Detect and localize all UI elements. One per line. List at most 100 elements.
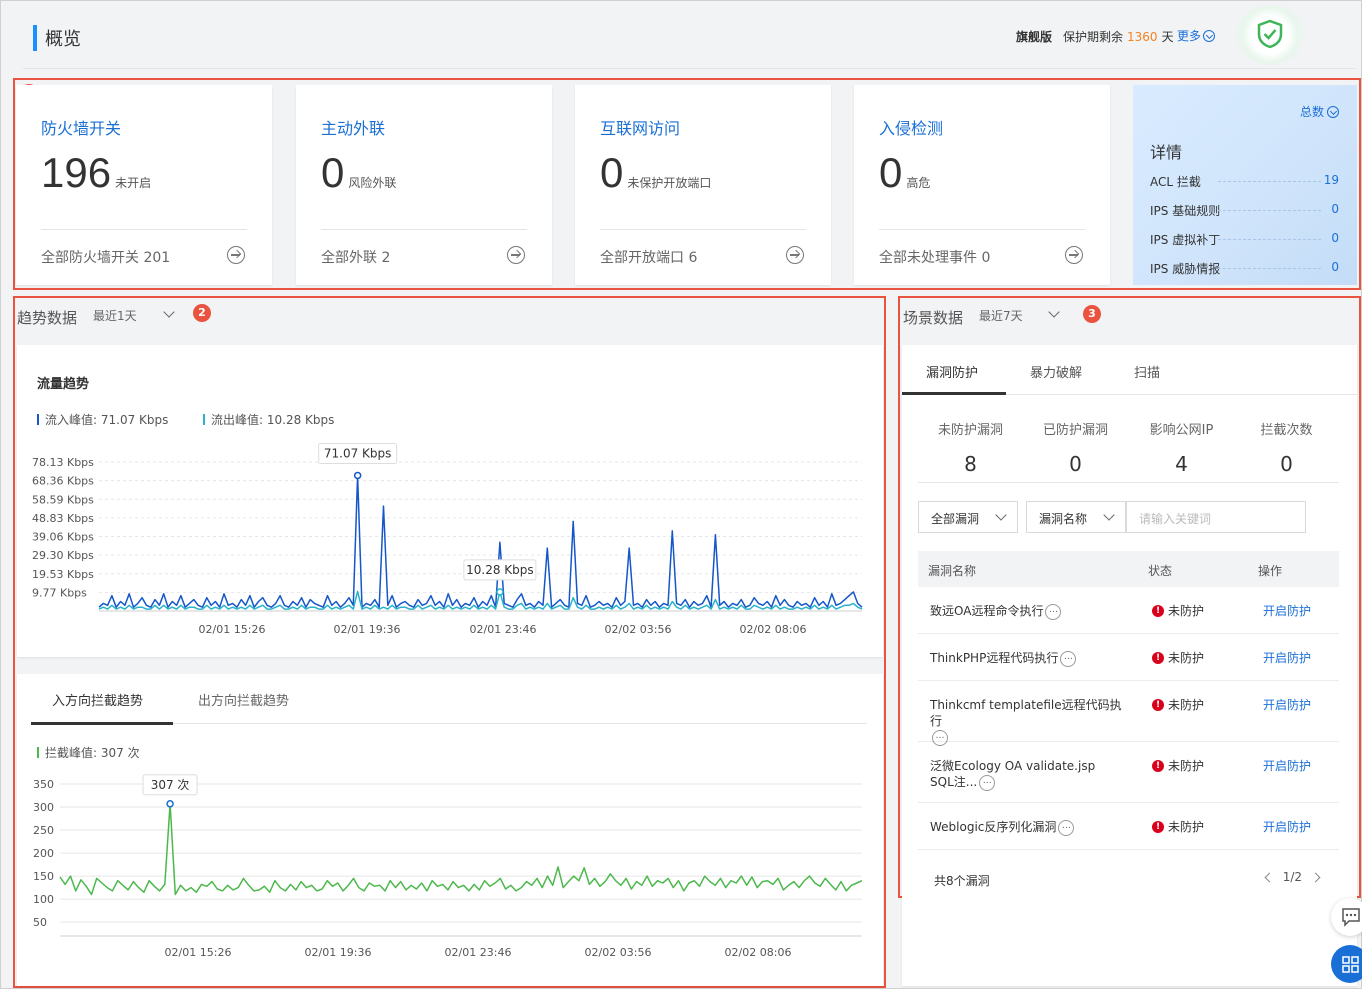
more-link[interactable]: 更多 — [1177, 27, 1216, 44]
vuln-status-text: 未防护 — [1168, 698, 1205, 712]
y-tick-label: 100 — [33, 893, 54, 906]
tab-brute-force[interactable]: 暴力破解 — [1030, 362, 1082, 381]
detail-row-leader — [1218, 239, 1321, 240]
stat-value: 8 — [964, 452, 977, 476]
error-icon: ! — [1152, 698, 1164, 711]
y-tick-label: 68.36 Kbps — [32, 475, 94, 488]
card-value-number: 0 — [879, 149, 903, 196]
search-field-select[interactable]: 漏洞名称 — [1026, 501, 1126, 533]
x-tick-label: 02/02 08:06 — [740, 623, 807, 636]
tab-scan[interactable]: 扫描 — [1134, 362, 1160, 381]
detail-row-value[interactable]: 0 — [1331, 202, 1339, 216]
more-icon[interactable]: … — [1058, 819, 1075, 836]
arrow-right-circle-icon[interactable] — [786, 246, 804, 264]
search-input[interactable]: 请输入关键词 — [1126, 501, 1306, 533]
enable-protection-link[interactable]: 开启防护 — [1263, 757, 1311, 774]
y-tick-label: 250 — [33, 824, 54, 837]
detail-row-value[interactable]: 0 — [1331, 231, 1339, 245]
vuln-status: ! 未防护 — [1152, 818, 1204, 835]
card-footer: 全部外联 2 — [321, 250, 391, 266]
card-title[interactable]: 入侵检测 — [879, 115, 943, 139]
stat-value: 0 — [1069, 452, 1082, 476]
block-trend-panel: 入方向拦截趋势 出方向拦截趋势 拦截峰值: 307 次 350 300 250 200… — [17, 674, 883, 986]
chat-icon — [1342, 908, 1360, 927]
arrow-right-circle-icon[interactable] — [507, 246, 525, 264]
y-tick-label: 50 — [33, 916, 47, 929]
chevron-down-icon[interactable] — [163, 306, 175, 318]
scene-range-select[interactable]: 最近7天 — [979, 307, 1023, 324]
card-title[interactable]: 互联网访问 — [600, 115, 680, 139]
vuln-name-text: 泛微Ecology OA validate.jsp SQL注... — [930, 759, 1096, 789]
block-line-chart: 350 300 250 200 150 100 50 02/01 15:26 02/01 19:… — [33, 774, 863, 959]
card-intrusion-detection[interactable]: 入侵检测 0 高危 全部未处理事件 0 — [854, 85, 1110, 285]
card-value: 0 风险外联 — [321, 149, 396, 197]
peak-marker — [353, 471, 362, 480]
x-tick-label: 02/02 03:56 — [585, 946, 652, 959]
vuln-type-select[interactable]: 全部漏洞 — [918, 501, 1018, 533]
detail-row-value[interactable]: 19 — [1324, 173, 1339, 187]
detail-row-ips-basic: IPS 基础规则 0 — [1150, 202, 1339, 218]
more-icon[interactable]: … — [1045, 603, 1062, 620]
console-frame: 概览 旗舰版 保护期剩余1360天 更多 1 防火墙开关 196未开启 全部防火… — [0, 0, 1362, 989]
feedback-button[interactable] — [1331, 898, 1362, 936]
detail-total-link[interactable]: 总数 — [1300, 103, 1339, 120]
stat-label: 已防护漏洞 — [1042, 423, 1108, 438]
vuln-status: ! 未防护 — [1152, 696, 1204, 713]
protection-days: 1360 — [1127, 30, 1158, 44]
trend-section-title: 趋势数据 — [17, 309, 78, 327]
card-divider — [41, 229, 247, 230]
trend-range-select[interactable]: 最近1天 — [93, 307, 137, 324]
stat-protected-vuln: 已防护漏洞 0 — [1023, 419, 1128, 476]
stats-divider — [918, 482, 1339, 483]
vuln-status-text: 未防护 — [1168, 604, 1205, 618]
error-icon: ! — [1152, 651, 1164, 664]
chevron-right-icon[interactable] — [1310, 872, 1321, 882]
x-tick-label: 02/02 08:06 — [725, 946, 792, 959]
y-tick-label: 48.83 Kbps — [32, 512, 94, 525]
table-row: 泛微Ecology OA validate.jsp SQL注...… ! 未防护 … — [918, 742, 1339, 803]
vuln-name: 致远OA远程命令执行… — [930, 603, 1130, 620]
traffic-trend-panel: 流量趋势 流入峰值: 71.07 Kbps 流出峰值: 10.28 Kbps 7… — [17, 345, 883, 657]
card-title[interactable]: 主动外联 — [321, 115, 385, 139]
vuln-name: 泛微Ecology OA validate.jsp SQL注...… — [930, 758, 1115, 791]
card-internet-access[interactable]: 互联网访问 0 未保护开放端口 全部开放端口 6 — [575, 85, 831, 285]
page-header: 概览 旗舰版 保护期剩余 1360 天 更多 — [23, 5, 1355, 69]
enable-protection-link[interactable]: 开启防护 — [1263, 649, 1311, 666]
peak-marker — [496, 588, 504, 596]
detail-row-ips-intel: IPS 威胁情报 0 — [1150, 260, 1339, 276]
card-value-number: 0 — [321, 149, 345, 196]
detail-row-acl: ACL 拦截 19 — [1150, 173, 1339, 189]
vuln-name-text: 致远OA远程命令执行 — [930, 604, 1044, 618]
card-title[interactable]: 防火墙开关 — [41, 115, 121, 139]
arrow-right-circle-icon[interactable] — [227, 246, 245, 264]
arrow-right-circle-icon[interactable] — [1065, 246, 1083, 264]
card-value: 0 未保护开放端口 — [600, 149, 711, 197]
chevron-down-icon[interactable] — [1048, 306, 1060, 318]
stat-unprotected-vuln: 未防护漏洞 8 — [918, 419, 1023, 476]
annotation-badge-3: 3 — [1083, 305, 1101, 323]
app-grid-button[interactable] — [1331, 945, 1362, 983]
detail-row-leader — [1218, 210, 1321, 211]
peak-label: 10.28 Kbps — [466, 563, 534, 577]
card-firewall-switch[interactable]: 防火墙开关 196 未开启 全部防火墙开关 201 — [16, 85, 272, 285]
chevron-left-icon[interactable] — [1264, 872, 1275, 882]
tab-vuln-protection[interactable]: 漏洞防护 — [926, 362, 978, 381]
more-icon[interactable]: … — [1060, 650, 1077, 667]
card-value-number: 0 — [600, 149, 624, 196]
enable-protection-link[interactable]: 开启防护 — [1263, 602, 1311, 619]
edition-label: 旗舰版 — [1016, 30, 1053, 44]
detail-row-value[interactable]: 0 — [1331, 260, 1339, 274]
vuln-table-header: 漏洞名称 状态 操作 — [918, 551, 1339, 587]
card-unit: 未保护开放端口 — [627, 176, 712, 190]
card-unit: 高危 — [906, 176, 931, 190]
card-outbound-connection[interactable]: 主动外联 0 风险外联 全部外联 2 — [296, 85, 552, 285]
more-icon[interactable]: … — [979, 774, 996, 791]
card-footer: 全部未处理事件 0 — [879, 250, 991, 266]
vuln-type-value: 全部漏洞 — [931, 512, 980, 526]
enable-protection-link[interactable]: 开启防护 — [1263, 818, 1311, 835]
detail-title: 详情 — [1150, 143, 1183, 162]
enable-protection-link[interactable]: 开启防护 — [1263, 696, 1311, 713]
protection-remaining: 保护期剩余 1360 天 — [1063, 28, 1174, 45]
scene-tabs: 漏洞防护 暴力破解 扫描 — [902, 345, 1357, 395]
detail-row-leader — [1218, 268, 1321, 269]
